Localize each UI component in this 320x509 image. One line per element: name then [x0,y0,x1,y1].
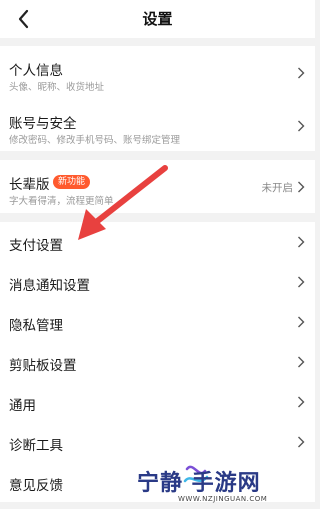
chevron-right-icon [298,356,305,368]
general-settings-group: 支付设置 消息通知设置 隐私管理 剪贴板设置 通用 诊断工具 意见反馈 [0,222,315,502]
diagnostic-tools-row[interactable]: 诊断工具 [0,422,315,462]
personal-info-row[interactable]: 个人信息 头像、昵称、收货地址 [0,46,315,99]
payment-settings-row[interactable]: 支付设置 [0,222,315,262]
page-title: 设置 [142,10,173,28]
elder-mode-status: 未开启 [261,182,294,194]
general-row[interactable]: 通用 [0,382,315,422]
general-label: 通用 [9,398,36,414]
privacy-management-label: 隐私管理 [9,318,63,334]
chevron-right-icon [298,120,305,132]
notification-settings-label: 消息通知设置 [9,278,90,294]
diagnostic-tools-label: 诊断工具 [9,438,63,454]
chevron-right-icon [298,236,305,248]
privacy-management-row[interactable]: 隐私管理 [0,302,315,342]
feedback-label: 意见反馈 [9,478,63,494]
account-security-label: 账号与安全 [9,116,77,132]
account-security-row[interactable]: 账号与安全 修改密码、修改手机号码、账号绑定管理 [0,99,315,151]
new-feature-badge: 新功能 [53,175,91,189]
chevron-right-icon [298,67,305,79]
chevron-right-icon [298,316,305,328]
personal-info-label: 个人信息 [9,63,63,79]
account-security-desc: 修改密码、修改手机号码、账号绑定管理 [9,135,181,146]
account-settings-group: 个人信息 头像、昵称、收货地址 账号与安全 修改密码、修改手机号码、账号绑定管理 [0,46,315,151]
chevron-right-icon [298,276,305,288]
clipboard-settings-label: 剪贴板设置 [9,358,77,374]
navigation-bar: 设置 [0,0,315,38]
watermark-text: 宁静 手游网 [137,471,261,496]
elder-mode-label: 长辈版 [9,177,50,193]
notification-settings-row[interactable]: 消息通知设置 [0,262,315,302]
clipboard-settings-row[interactable]: 剪贴板设置 [0,342,315,382]
watermark-url: WWW.NZJINGUAN.COM [178,495,268,503]
chevron-right-icon [298,181,305,193]
payment-settings-label: 支付设置 [9,238,63,254]
elder-mode-row[interactable]: 长辈版 字大看得清，流程更简单 未开启 [0,160,315,213]
chevron-right-icon [298,396,305,408]
chevron-right-icon [298,436,305,448]
elder-mode-desc: 字大看得清，流程更简单 [9,196,114,207]
personal-info-desc: 头像、昵称、收货地址 [9,82,105,93]
